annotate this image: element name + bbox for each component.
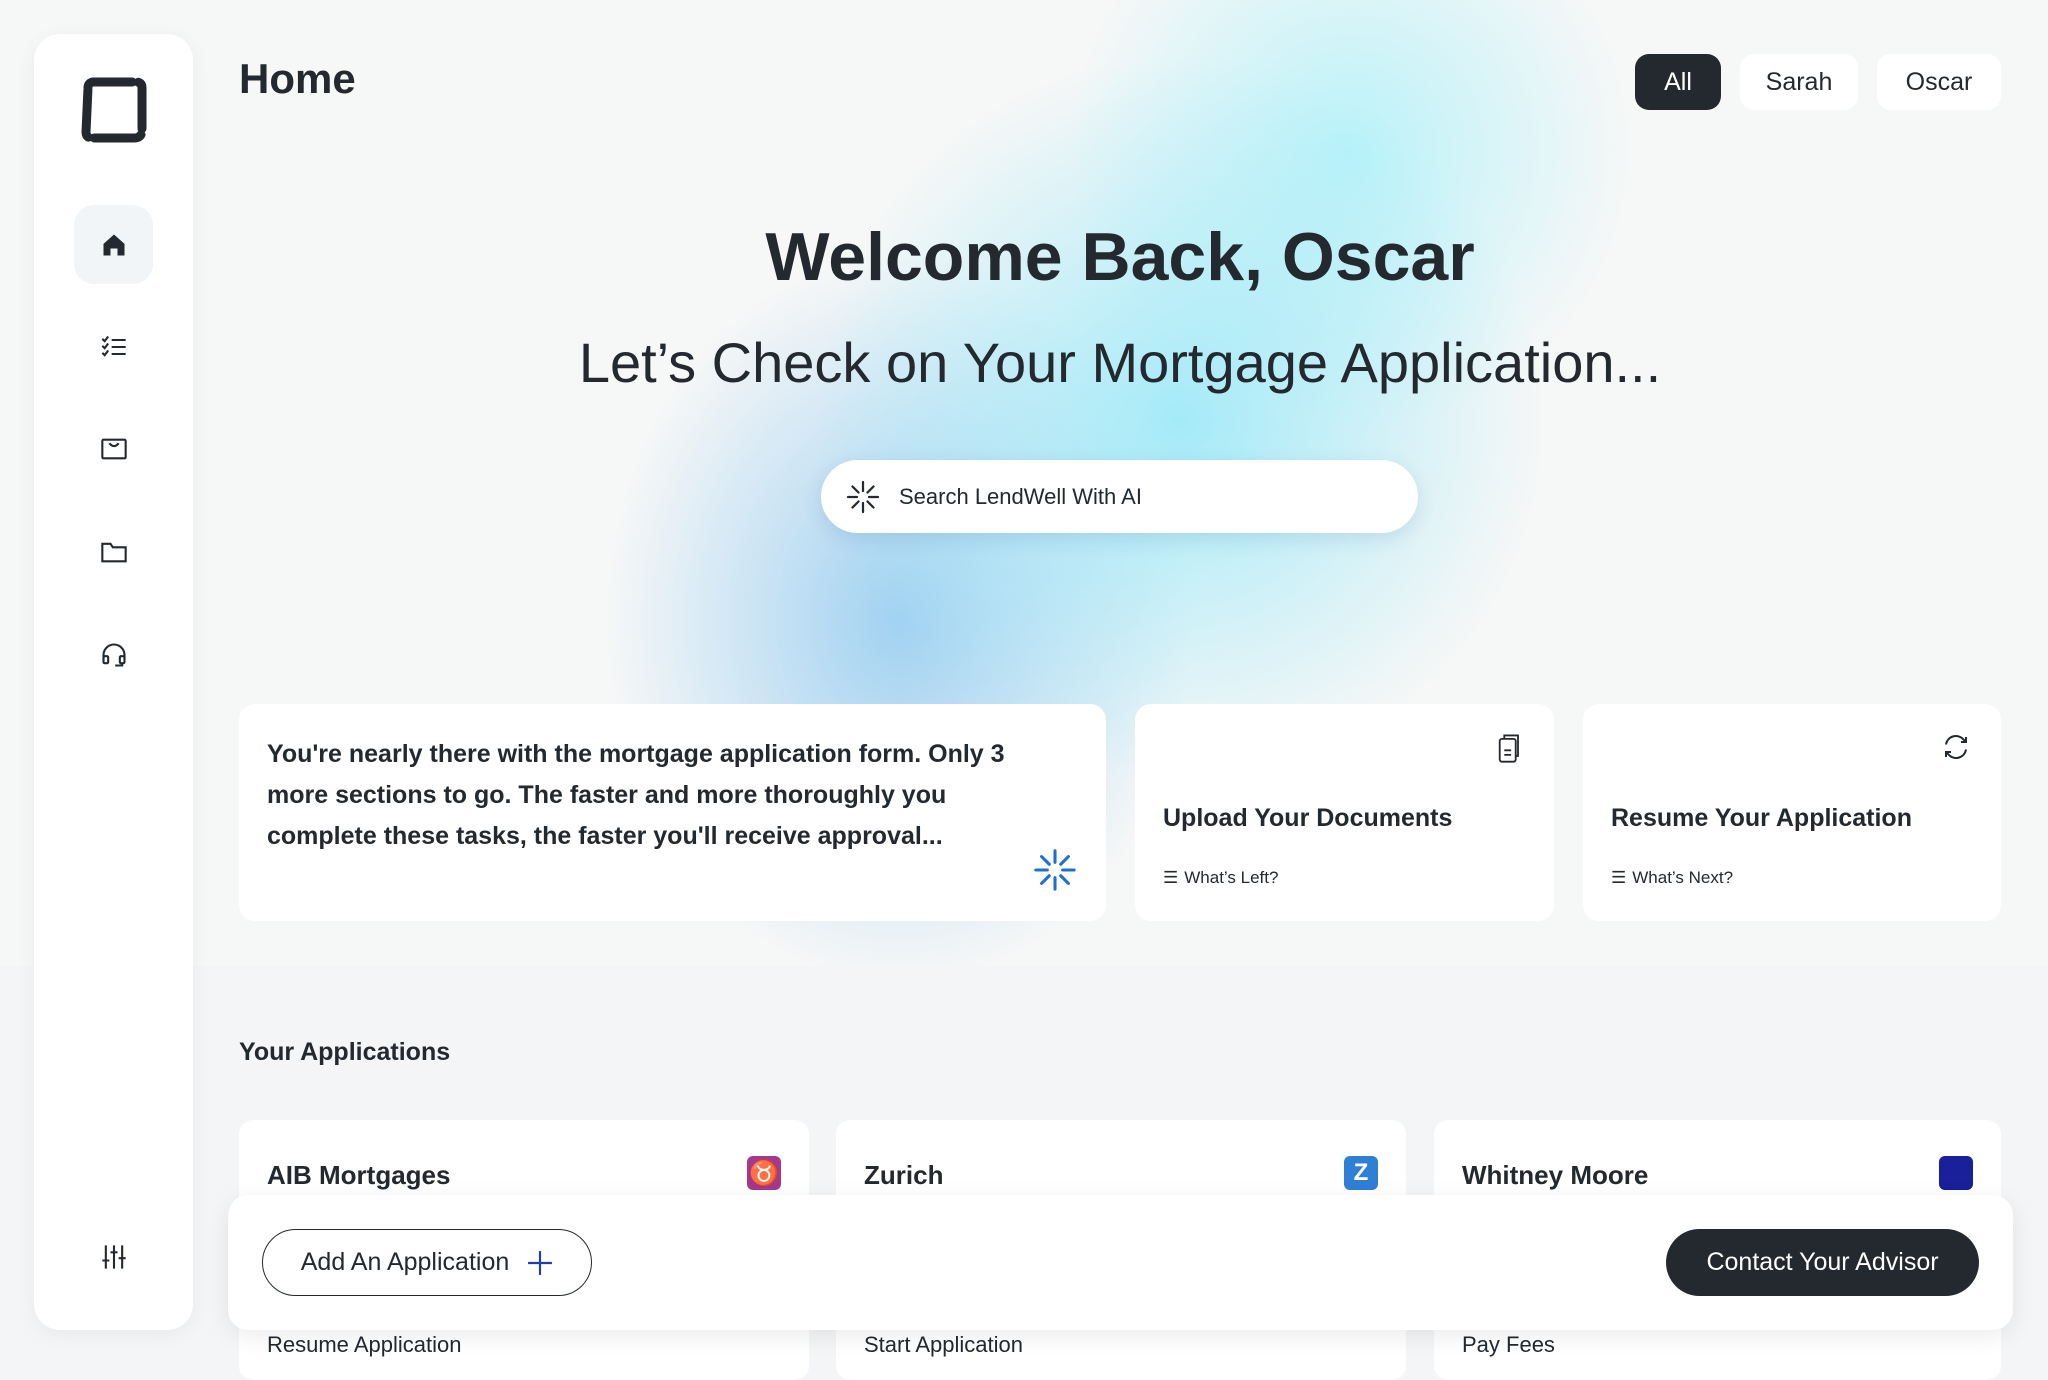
application-action[interactable]: Start Application xyxy=(864,1332,1023,1358)
inbox-icon xyxy=(100,438,127,459)
search-list-icon: ☰ xyxy=(1163,868,1179,887)
refresh-icon xyxy=(1945,735,1967,759)
filter-oscar[interactable]: Oscar xyxy=(1877,54,2001,110)
contact-advisor-button[interactable]: Contact Your Advisor xyxy=(1666,1229,1979,1296)
progress-card: You're nearly there with the mortgage ap… xyxy=(239,704,1106,921)
add-application-button[interactable]: Add An Application xyxy=(262,1229,592,1296)
application-action[interactable]: Pay Fees xyxy=(1462,1332,1555,1358)
welcome-heading: Welcome Back, Oscar xyxy=(765,219,1475,295)
zurich-logo: Z xyxy=(1344,1156,1378,1190)
search-list-icon: ☰ xyxy=(1611,868,1627,887)
aib-logo: ♉ xyxy=(747,1156,781,1190)
filter-sarah[interactable]: Sarah xyxy=(1740,54,1858,110)
whitney-moore-logo xyxy=(1939,1156,1973,1190)
page-title: Home xyxy=(239,55,356,102)
resume-application-card[interactable]: Resume Your Application ☰ What’s Next? xyxy=(1583,704,2001,921)
folder-icon xyxy=(100,542,127,562)
headset-icon xyxy=(101,643,126,667)
documents-icon xyxy=(1498,734,1519,763)
plus-icon xyxy=(528,1250,553,1275)
sidebar-item-inbox[interactable] xyxy=(74,409,153,488)
whats-left-link[interactable]: ☰ What’s Left? xyxy=(1163,868,1278,888)
applications-heading: Your Applications xyxy=(239,1038,451,1066)
lendwell-logo xyxy=(81,77,147,143)
progress-message: You're nearly there with the mortgage ap… xyxy=(267,740,1005,850)
card-title: Upload Your Documents xyxy=(1163,804,1453,832)
sliders-icon xyxy=(101,1244,126,1269)
sidebar-item-settings[interactable] xyxy=(74,1217,153,1296)
application-action[interactable]: Resume Application xyxy=(267,1332,461,1358)
upload-documents-card[interactable]: Upload Your Documents ☰ What’s Left? xyxy=(1135,704,1554,921)
search-placeholder: Search LendWell With AI xyxy=(899,483,1142,509)
sidebar-item-documents[interactable] xyxy=(74,512,153,591)
ai-search-input[interactable]: Search LendWell With AI xyxy=(821,460,1418,533)
card-title: Resume Your Application xyxy=(1611,804,1912,832)
filter-all[interactable]: All xyxy=(1635,54,1721,110)
sidebar-item-support[interactable] xyxy=(74,615,153,694)
action-bar: Add An Application Contact Your Advisor xyxy=(228,1195,2013,1330)
welcome-subtitle: Let’s Check on Your Mortgage Application… xyxy=(578,331,1662,394)
ai-sparkle-icon xyxy=(846,480,880,513)
whats-next-link[interactable]: ☰ What’s Next? xyxy=(1611,868,1733,888)
ai-sparkle-icon xyxy=(1034,849,1076,891)
